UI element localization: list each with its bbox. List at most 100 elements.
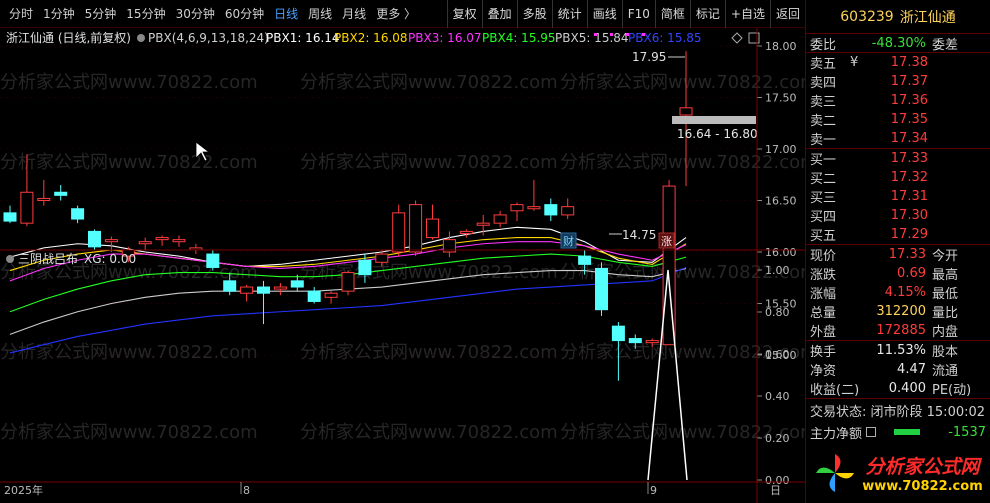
stat-label: 涨幅 <box>810 287 837 302</box>
tool-button-7[interactable]: 标记 <box>689 0 725 28</box>
sell-row[interactable]: 卖五 ¥ 17.38 <box>806 53 990 72</box>
period-tab-3[interactable]: 15分钟 <box>121 0 170 28</box>
candle-body <box>206 253 220 268</box>
period-tab-0[interactable]: 分时 <box>4 0 38 28</box>
stat-row: 外盘 172885 内盘 <box>806 321 990 340</box>
candle-body <box>392 212 406 253</box>
sell-row[interactable]: 卖三 17.36 <box>806 91 990 110</box>
pbx6-label: PBX6: 15.85 <box>628 31 702 45</box>
buy-label: 买二 <box>810 172 837 187</box>
candle-body <box>645 340 659 344</box>
price-mark: ¥ <box>850 55 859 70</box>
candle-body <box>54 191 68 196</box>
tool-button-6[interactable]: 简框 <box>654 0 690 28</box>
stat-label-2: 流通 <box>932 364 959 379</box>
stat-label-2: 今开 <box>932 249 959 264</box>
kline-chart[interactable]: 分析家公式网www.70822.com 分析家公式网www.70822.com 分析… <box>0 28 818 503</box>
signal-dot <box>610 33 613 36</box>
tool-button-0[interactable]: 复权 <box>446 0 482 28</box>
flow-bar <box>894 429 921 435</box>
stat-value: 11.53% <box>876 343 926 358</box>
candle-body <box>679 107 693 116</box>
stat-row: 换手 11.53% 股本 <box>806 341 990 360</box>
main-flow-label: 主力净额 <box>810 426 863 442</box>
diamond-icon[interactable] <box>731 32 743 44</box>
indicator-toggle-icon[interactable] <box>137 34 145 42</box>
price-tick-label: 17.00 <box>765 143 797 156</box>
tool-button-2[interactable]: 多股 <box>516 0 552 28</box>
stat-label: 收益(二) <box>810 383 860 398</box>
period-tab-4[interactable]: 30分钟 <box>171 0 220 28</box>
sub-tick-label: 0.80 <box>765 306 790 319</box>
candle-body <box>527 206 541 210</box>
candle-body <box>493 214 507 224</box>
chart-title: 浙江仙通 (日线,前复权) <box>6 30 131 45</box>
flow-detail-icon[interactable] <box>866 427 877 437</box>
stat-label: 现价 <box>810 249 837 264</box>
period-tab-9[interactable]: 更多 〉 <box>371 0 421 28</box>
candle-body <box>595 267 608 311</box>
candle-body <box>71 208 85 220</box>
stat-label-2: PE(动) <box>932 383 972 398</box>
sell-label: 卖三 <box>810 95 837 110</box>
stock-header: 603239 浙江仙通 <box>806 0 990 34</box>
period-tab-5[interactable]: 60分钟 <box>220 0 269 28</box>
tool-button-4[interactable]: 画线 <box>586 0 622 28</box>
candle-body <box>426 218 439 239</box>
buy-row[interactable]: 买三 17.31 <box>806 187 990 206</box>
trade-status: 交易状态: 闭市阶段 15:00:02 <box>810 404 986 420</box>
period-tab-2[interactable]: 5分钟 <box>80 0 122 28</box>
sub-tick-label: 0.20 <box>765 432 790 445</box>
buy-book: 买一 17.33 买二 17.32 买三 17.31 买四 17.30 买五 17.29 <box>806 149 990 244</box>
price-tick-label: 16.50 <box>765 195 797 208</box>
candle-body <box>20 191 34 224</box>
chart-area[interactable]: 分析家公式网www.70822.com 分析家公式网www.70822.com 分析… <box>0 28 818 503</box>
stat-label: 净资 <box>810 364 837 379</box>
candle-body <box>459 230 473 234</box>
tool-button-1[interactable]: 叠加 <box>481 0 517 28</box>
buy-price: 17.29 <box>890 227 928 242</box>
stat-row: 收益(二) 0.400 PE(动) <box>806 379 990 398</box>
sell-row[interactable]: 卖一 17.34 <box>806 129 990 148</box>
tool-button-3[interactable]: 统计 <box>551 0 587 28</box>
high-label: 17.95 <box>632 50 666 64</box>
high-marker: 17.95 <box>632 50 685 64</box>
candle-body <box>561 206 575 216</box>
stock-code: 603239 <box>840 8 894 25</box>
candle-body <box>578 255 592 265</box>
sub-indicator-name: 三阴战吕布 <box>18 252 78 266</box>
pbx3-label: PBX3: 16.07 <box>408 31 482 45</box>
period-tab-8[interactable]: 月线 <box>337 0 371 28</box>
pbx1-label: PBX1: 16.14 <box>266 31 340 45</box>
sell-book: 卖五 ¥ 17.38 卖四 17.37 卖三 17.36 卖二 17.35 卖一 17.… <box>806 53 990 148</box>
period-tab-1[interactable]: 1分钟 <box>38 0 80 28</box>
watermark-text: 分析家公式网www.70822.com <box>0 422 258 443</box>
stat-row: 涨跌 0.69 最高 <box>806 264 990 283</box>
sub-toggle-icon[interactable] <box>6 255 14 263</box>
buy-row[interactable]: 买四 17.30 <box>806 206 990 225</box>
candle-body <box>3 212 17 222</box>
signal-dot <box>642 33 645 36</box>
low-label: 14.75 <box>622 228 656 242</box>
period-tab-6[interactable]: 日线 <box>269 0 303 28</box>
buy-row[interactable]: 买一 17.33 <box>806 149 990 168</box>
stat-value: 312200 <box>876 304 926 319</box>
zhang-label: 涨 <box>661 235 672 248</box>
stat-value: 0.400 <box>888 381 926 396</box>
candle-body <box>510 204 524 212</box>
buy-row[interactable]: 买五 17.29 <box>806 225 990 244</box>
tool-button-9[interactable]: 返回 <box>769 0 805 28</box>
period-tab-7[interactable]: 周线 <box>303 0 337 28</box>
tool-button-5[interactable]: F10 <box>621 0 655 28</box>
watermark-text: 分析家公式网www.70822.com <box>0 342 258 363</box>
sell-row[interactable]: 卖二 17.35 <box>806 110 990 129</box>
logo-url: www.70822.com <box>862 479 983 494</box>
candle-body <box>324 292 338 298</box>
sell-row[interactable]: 卖四 17.37 <box>806 72 990 91</box>
buy-row[interactable]: 买二 17.32 <box>806 168 990 187</box>
stat-label-2: 最高 <box>932 268 959 283</box>
watermark-text: 分析家公式网www.70822.com <box>300 342 558 363</box>
tool-button-8[interactable]: +自选 <box>724 0 770 28</box>
candle-body <box>341 272 355 292</box>
buy-label: 买一 <box>810 153 837 168</box>
